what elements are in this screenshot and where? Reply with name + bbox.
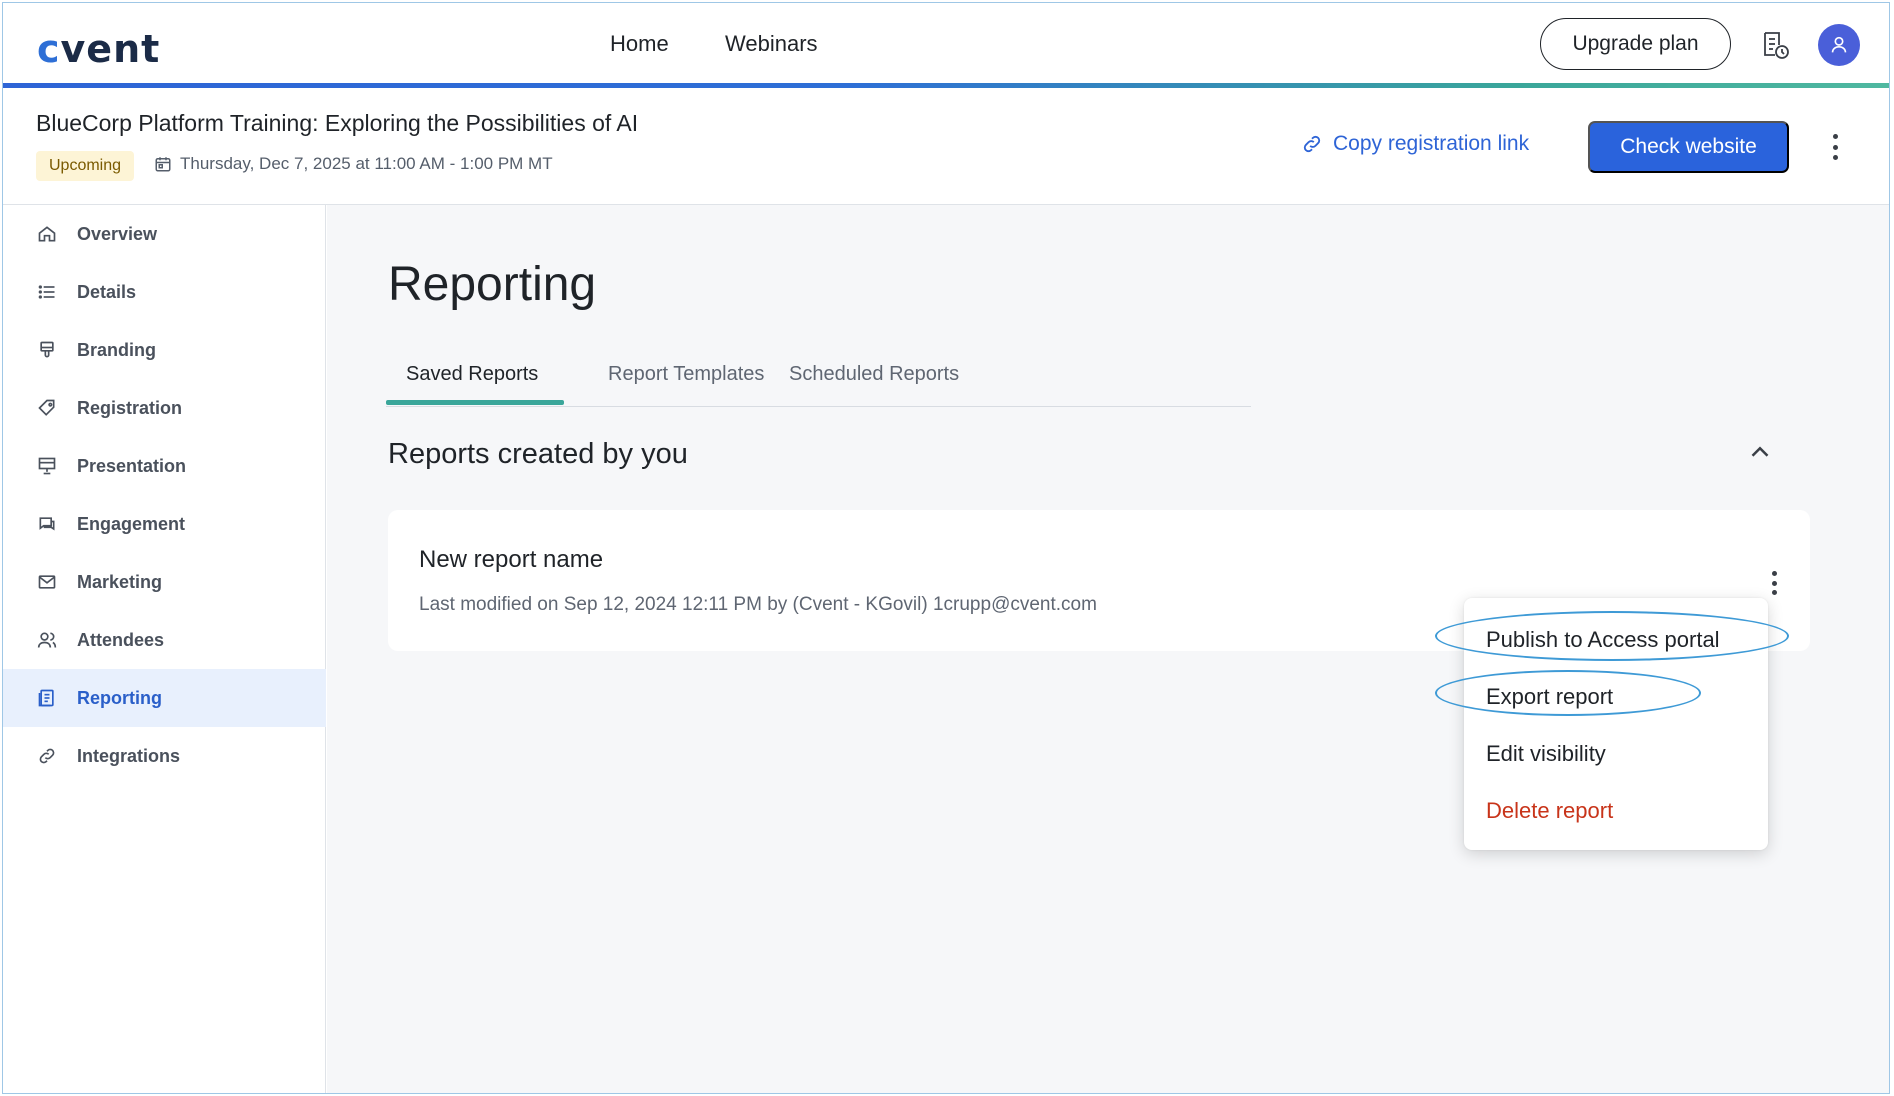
sidebar-item-engagement[interactable]: Engagement (3, 495, 326, 553)
sidebar-item-reporting[interactable]: Reporting (3, 669, 326, 727)
sidebar-item-label: Overview (77, 223, 158, 244)
user-avatar-icon (1831, 36, 1847, 53)
report-actions-menu: Publish to Access portal Export report E… (1464, 598, 1768, 850)
report-name[interactable]: New report name (419, 546, 603, 574)
sidebar-item-details[interactable]: Details (3, 263, 326, 321)
cvent-logo[interactable]: cvent (37, 27, 160, 71)
report-icon (35, 686, 59, 710)
calendar-icon (155, 157, 171, 172)
menu-item-edit-visibility[interactable]: Edit visibility (1464, 725, 1768, 782)
sidebar: Overview Details Branding Registration P… (3, 205, 326, 1093)
report-clock-icon[interactable] (1759, 29, 1791, 61)
report-meta: Last modified on Sep 12, 2024 12:11 PM b… (419, 594, 1097, 615)
nav-home-link[interactable]: Home (610, 31, 669, 57)
sidebar-item-label: Integrations (77, 745, 181, 766)
sidebar-item-marketing[interactable]: Marketing (3, 553, 326, 611)
copy-link-label: Copy registration link (1333, 132, 1530, 155)
chevron-up-icon[interactable] (1745, 437, 1775, 467)
sidebar-item-label: Details (77, 281, 137, 302)
page-title: Reporting (388, 258, 597, 311)
sidebar-item-label: Presentation (77, 455, 187, 476)
event-title: BlueCorp Platform Training: Exploring th… (36, 110, 639, 136)
sidebar-item-label: Marketing (77, 571, 163, 592)
sidebar-item-branding[interactable]: Branding (3, 321, 326, 379)
sidebar-item-attendees[interactable]: Attendees (3, 611, 326, 669)
tab-scheduled-reports[interactable]: Scheduled Reports (789, 363, 959, 386)
event-header: BlueCorp Platform Training: Exploring th… (3, 88, 1889, 205)
sidebar-item-label: Engagement (77, 513, 186, 534)
event-date-text: Thursday, Dec 7, 2025 at 11:00 AM - 1:00… (180, 154, 553, 173)
sidebar-item-integrations[interactable]: Integrations (3, 727, 326, 785)
status-badge: Upcoming (36, 151, 135, 181)
sidebar-item-overview[interactable]: Overview (3, 205, 326, 263)
tab-saved-reports[interactable]: Saved Reports (406, 363, 538, 386)
active-tab-indicator (386, 400, 564, 405)
presentation-icon (35, 454, 59, 478)
sidebar-item-label: Attendees (77, 629, 165, 650)
list-icon (35, 280, 59, 304)
section-title: Reports created by you (388, 438, 688, 470)
report-tabs: Saved Reports Report Templates Scheduled… (386, 349, 1251, 407)
copy-registration-link[interactable]: Copy registration link (1301, 132, 1529, 156)
people-icon (35, 628, 59, 652)
brush-icon (35, 338, 59, 362)
main-content: Reporting Saved Reports Report Templates… (327, 205, 1889, 1093)
report-more-menu-icon[interactable] (1764, 568, 1784, 598)
menu-item-delete[interactable]: Delete report (1464, 782, 1768, 839)
upgrade-plan-button[interactable]: Upgrade plan (1540, 18, 1731, 70)
sidebar-item-registration[interactable]: Registration (3, 379, 326, 437)
top-navbar: cvent Home Webinars Upgrade plan (3, 3, 1889, 83)
link-icon (35, 744, 59, 768)
chat-icon (35, 512, 59, 536)
tab-report-templates[interactable]: Report Templates (608, 363, 764, 386)
menu-item-publish[interactable]: Publish to Access portal (1464, 611, 1768, 668)
event-date: Thursday, Dec 7, 2025 at 11:00 AM - 1:00… (154, 154, 553, 174)
sidebar-item-label: Branding (77, 339, 156, 360)
home-icon (35, 222, 59, 246)
nav-webinars-link[interactable]: Webinars (725, 31, 818, 57)
check-website-button[interactable]: Check website (1588, 121, 1789, 173)
menu-item-export[interactable]: Export report (1464, 668, 1768, 725)
sidebar-item-presentation[interactable]: Presentation (3, 437, 326, 495)
sidebar-item-label: Reporting (77, 687, 162, 708)
app-window: cvent Home Webinars Upgrade plan BlueCor… (2, 2, 1890, 1094)
tag-icon (35, 396, 59, 420)
mail-icon (35, 570, 59, 594)
sidebar-item-label: Registration (77, 397, 183, 418)
link-icon (1303, 135, 1321, 153)
user-avatar[interactable] (1818, 24, 1860, 66)
event-more-menu-icon[interactable] (1820, 130, 1850, 164)
